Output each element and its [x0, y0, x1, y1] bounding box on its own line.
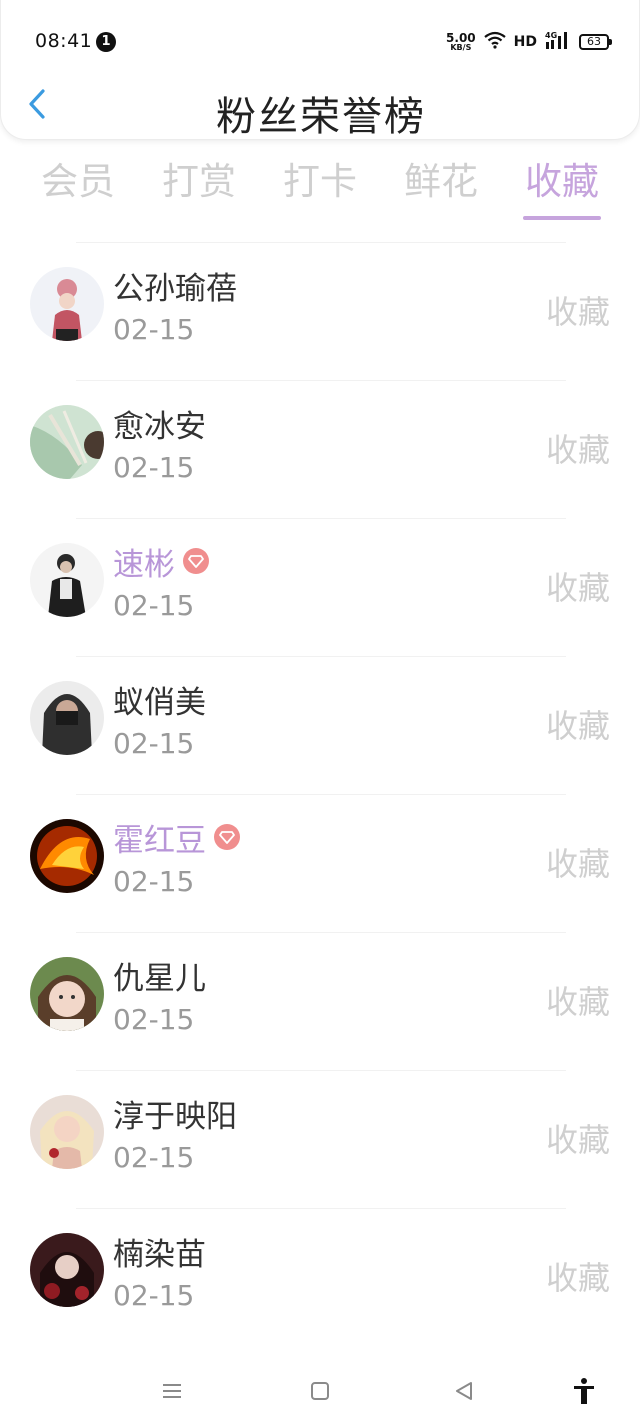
name-line: 仇星儿 [113, 955, 206, 997]
avatar [30, 405, 104, 479]
avatar [30, 543, 104, 617]
status-bar: 08:41 1 5.00 KB/S HD 4G 63 [1, 0, 640, 80]
name-line: 速彬 [113, 541, 209, 583]
name-line: 霍红豆 [113, 817, 240, 859]
fan-list: 公孙瑜蓓 02-15 收藏 愈冰安 02-15 收藏 速彬 02-15 收藏 蚁… [0, 243, 640, 1347]
name-line: 愈冰安 [113, 403, 206, 445]
fan-date: 02-15 [113, 1003, 195, 1036]
status-time: 08:41 [35, 30, 93, 52]
fan-date: 02-15 [113, 313, 195, 346]
list-item[interactable]: 霍红豆 02-15 收藏 [0, 795, 640, 933]
fan-date: 02-15 [113, 865, 195, 898]
list-item[interactable]: 速彬 02-15 收藏 [0, 519, 640, 657]
back-triangle-icon[interactable] [444, 1376, 484, 1406]
name-line: 淳于映阳 [113, 1093, 237, 1135]
page-title: 粉丝荣誉榜 [216, 94, 426, 140]
avatar [30, 267, 104, 341]
fan-name: 公孙瑜蓓 [113, 270, 237, 307]
list-item[interactable]: 淳于映阳 02-15 收藏 [0, 1071, 640, 1209]
fan-name: 淳于映阳 [113, 1098, 237, 1135]
diamond-icon [214, 824, 240, 850]
tab-bar: 会员 打赏 打卡 鲜花 收藏 [30, 152, 610, 226]
tab-favorites[interactable]: 收藏 [514, 152, 610, 222]
network-speed: 5.00 KB/S [446, 32, 476, 52]
fan-action: 收藏 [545, 1259, 610, 1297]
fan-name: 霍红豆 [113, 822, 206, 859]
fan-date: 02-15 [113, 1141, 195, 1174]
list-item[interactable]: 愈冰安 02-15 收藏 [0, 381, 640, 519]
signal-icon: 4G [545, 30, 571, 54]
tab-label: 打卡 [283, 160, 357, 203]
battery-indicator: 63 [579, 34, 612, 50]
name-line: 蚁俏美 [113, 679, 206, 721]
fan-date: 02-15 [113, 589, 195, 622]
list-item[interactable]: 楠染苗 02-15 收藏 [0, 1209, 640, 1347]
home-square-icon[interactable] [300, 1376, 340, 1406]
tab-label: 收藏 [525, 160, 599, 203]
network-speed-unit: KB/S [450, 43, 472, 52]
hd-label: HD [513, 34, 537, 50]
fan-date: 02-15 [113, 727, 195, 760]
svg-text:4G: 4G [545, 31, 557, 40]
wifi-icon [483, 31, 506, 53]
avatar [30, 819, 104, 893]
fans-honor-screen: 08:41 1 5.00 KB/S HD 4G 63 粉丝荣誉榜 会员 打赏 打… [0, 0, 640, 1422]
fan-action: 收藏 [545, 845, 610, 883]
fan-action: 收藏 [545, 431, 610, 469]
avatar [30, 1233, 104, 1307]
fan-action: 收藏 [545, 569, 610, 607]
fan-name: 楠染苗 [113, 1236, 206, 1273]
fan-action: 收藏 [545, 707, 610, 745]
fan-date: 02-15 [113, 451, 195, 484]
fan-action: 收藏 [545, 983, 610, 1021]
list-item[interactable]: 蚁俏美 02-15 收藏 [0, 657, 640, 795]
accessibility-icon[interactable] [564, 1376, 604, 1406]
system-nav-bar [0, 1360, 640, 1422]
tab-label: 鲜花 [404, 160, 478, 203]
menu-icon[interactable] [152, 1376, 192, 1406]
fan-name: 蚁俏美 [113, 684, 206, 721]
avatar [30, 957, 104, 1031]
diamond-icon [183, 548, 209, 574]
fan-name: 仇星儿 [113, 960, 206, 997]
fan-name: 速彬 [113, 546, 175, 583]
tab-flowers[interactable]: 鲜花 [393, 152, 489, 222]
avatar [30, 681, 104, 755]
fan-date: 02-15 [113, 1279, 195, 1312]
list-item[interactable]: 仇星儿 02-15 收藏 [0, 933, 640, 1071]
active-tab-indicator [523, 216, 601, 220]
tab-member[interactable]: 会员 [30, 152, 126, 222]
header-card: 08:41 1 5.00 KB/S HD 4G 63 粉丝荣誉榜 [0, 0, 640, 140]
tab-checkin[interactable]: 打卡 [272, 152, 368, 222]
name-line: 楠染苗 [113, 1231, 206, 1273]
fan-action: 收藏 [545, 293, 610, 331]
tab-tip[interactable]: 打赏 [151, 152, 247, 222]
name-line: 公孙瑜蓓 [113, 265, 237, 307]
status-icons: 5.00 KB/S HD 4G 63 [446, 30, 612, 54]
avatar [30, 1095, 104, 1169]
list-item[interactable]: 公孙瑜蓓 02-15 收藏 [0, 243, 640, 381]
tab-label: 会员 [41, 160, 115, 203]
fan-name: 愈冰安 [113, 408, 206, 445]
notification-badge: 1 [96, 32, 116, 52]
tab-label: 打赏 [162, 160, 236, 203]
fan-action: 收藏 [545, 1121, 610, 1159]
